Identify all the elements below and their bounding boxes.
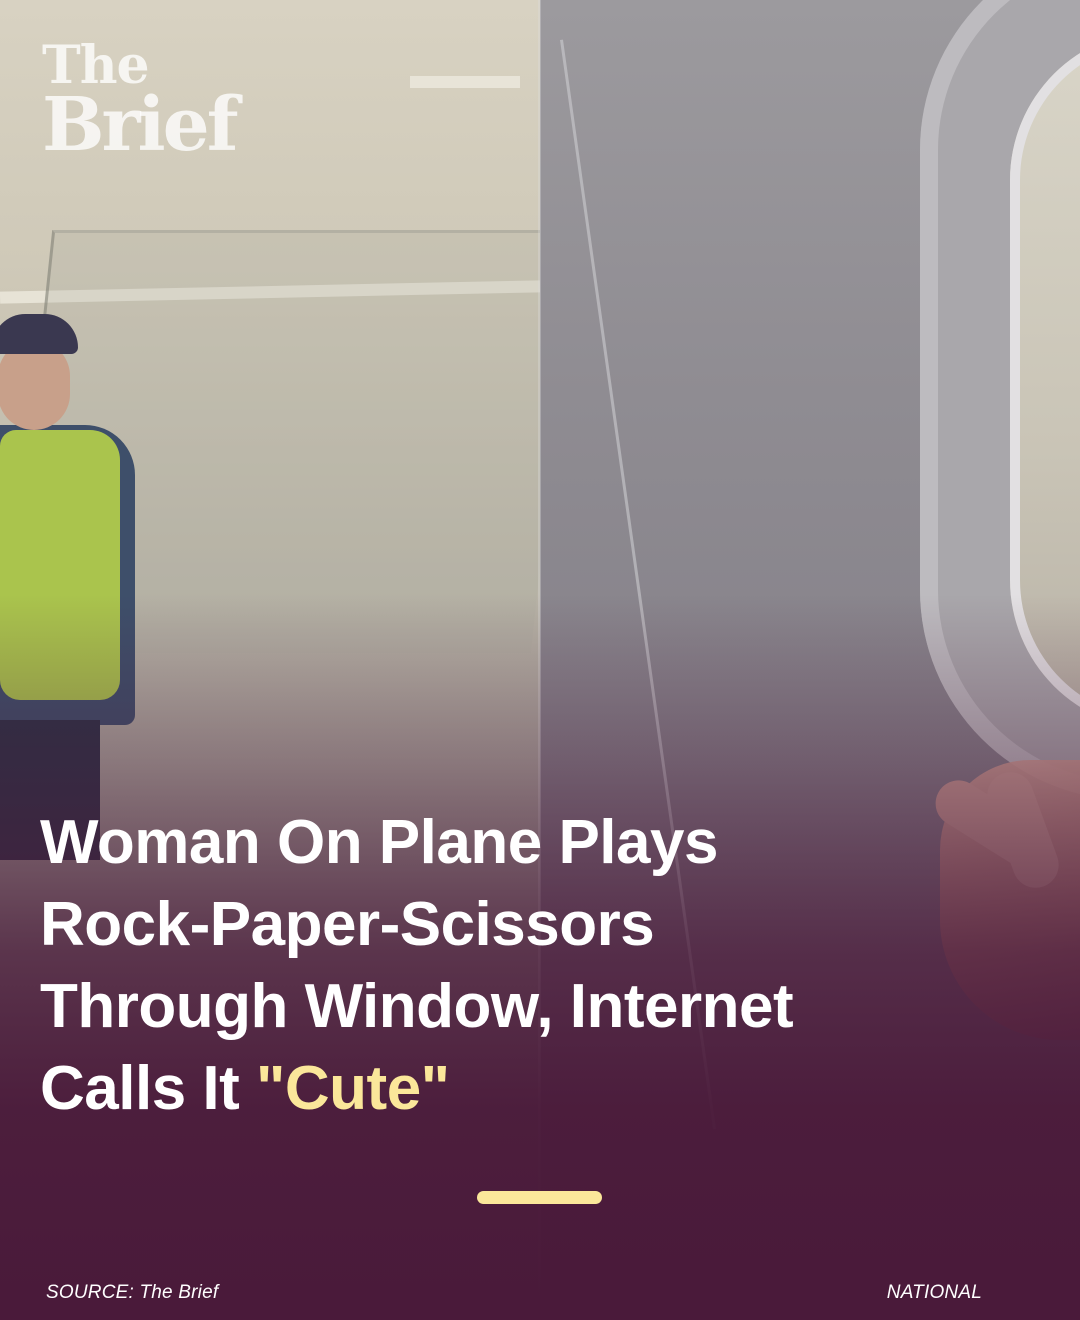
accent-bar — [477, 1191, 602, 1204]
footer-source: SOURCE: The Brief — [46, 1282, 219, 1303]
headline-line-4: Calls It "Cute" — [40, 1048, 1040, 1130]
brand-logo: The Brief — [42, 40, 239, 168]
headline-line-3: Through Window, Internet — [40, 972, 794, 1041]
logo-line-brief: Brief — [42, 82, 239, 168]
headline-line-1: Woman On Plane Plays — [40, 808, 718, 877]
headline: Woman On Plane Plays Rock-Paper-Scissors… — [40, 802, 1040, 1130]
headline-line-2: Rock-Paper-Scissors — [40, 890, 655, 959]
footer-category: NATIONAL — [886, 1282, 982, 1303]
headline-highlight: "Cute" — [256, 1054, 450, 1123]
news-card: The Brief Woman On Plane Plays Rock-Pape… — [0, 0, 1080, 1320]
headline-line-4-prefix: Calls It — [40, 1054, 257, 1123]
